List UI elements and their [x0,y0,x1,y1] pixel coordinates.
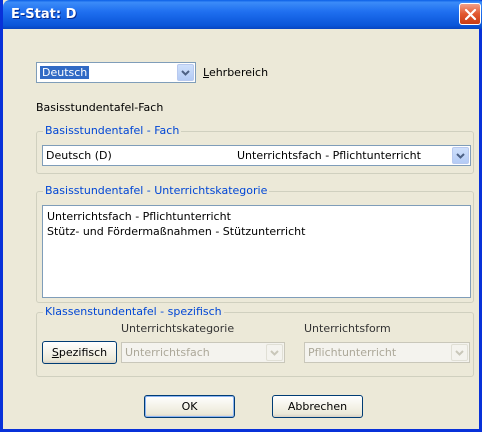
window-title: E-Stat: D [11,7,77,22]
form-dropdown-button[interactable] [451,344,468,361]
subject-combobox[interactable]: Deutsch [36,62,196,83]
group-basis-fach-legend: Basisstundentafel - Fach [43,124,182,137]
group-klassen-spezifisch: Klassenstundentafel - spezifisch Unterri… [36,305,474,377]
chevron-down-icon [456,153,465,159]
fach-dropdown-button[interactable] [452,147,469,164]
chevron-down-icon [455,350,464,356]
kategorie-listbox[interactable]: Unterrichtsfach - Pflichtunterricht Stüt… [42,205,471,298]
ok-button[interactable]: OK [144,395,235,418]
title-bar[interactable]: E-Stat: D [3,0,482,29]
close-button[interactable] [459,3,481,25]
subject-value: Deutsch [40,66,90,79]
form-combobox-value: Pflichtunterricht [308,346,397,359]
kategorie-combobox-value: Unterrichtsfach [125,346,210,359]
spezifisch-button[interactable]: Spezifisch [42,341,117,364]
group-basis-fach: Basisstundentafel - Fach Deutsch (D) Unt… [36,124,474,174]
basis-fach-heading: Basisstundentafel-Fach [36,101,164,114]
unterrichtsform-label: Unterrichtsform [304,322,391,335]
list-item[interactable]: Stütz- und Fördermaßnahmen - Stützunterr… [47,225,305,238]
fach-combobox-left: Deutsch (D) [46,149,112,162]
kategorie-dropdown-button[interactable] [266,344,283,361]
close-icon [464,8,477,21]
group-basis-kategorie: Basisstundentafel - Unterrichtskategorie… [36,184,474,303]
unterrichtskategorie-label: Unterrichtskategorie [121,322,235,335]
group-basis-kategorie-legend: Basisstundentafel - Unterrichtskategorie [43,184,270,197]
kategorie-combobox[interactable]: Unterrichtsfach [121,342,285,363]
lehrbereich-label: Lehrbereich [203,66,269,79]
fach-combobox-right: Unterrichtsfach - Pflichtunterricht [237,149,421,162]
cancel-button[interactable]: Abbrechen [272,395,363,418]
chevron-down-icon [181,70,190,76]
subject-dropdown-button[interactable] [177,64,194,81]
group-klassen-spezifisch-legend: Klassenstundentafel - spezifisch [43,305,224,318]
list-item[interactable]: Unterrichtsfach - Pflichtunterricht [47,210,231,223]
dialog-window: E-Stat: D Deutsch Lehrbereich Basisstund… [0,0,482,432]
form-combobox[interactable]: Pflichtunterricht [304,342,470,363]
chevron-down-icon [270,350,279,356]
fach-combobox[interactable]: Deutsch (D) Unterrichtsfach - Pflichtunt… [42,145,471,166]
dialog-content: Deutsch Lehrbereich Basisstundentafel-Fa… [3,29,482,432]
